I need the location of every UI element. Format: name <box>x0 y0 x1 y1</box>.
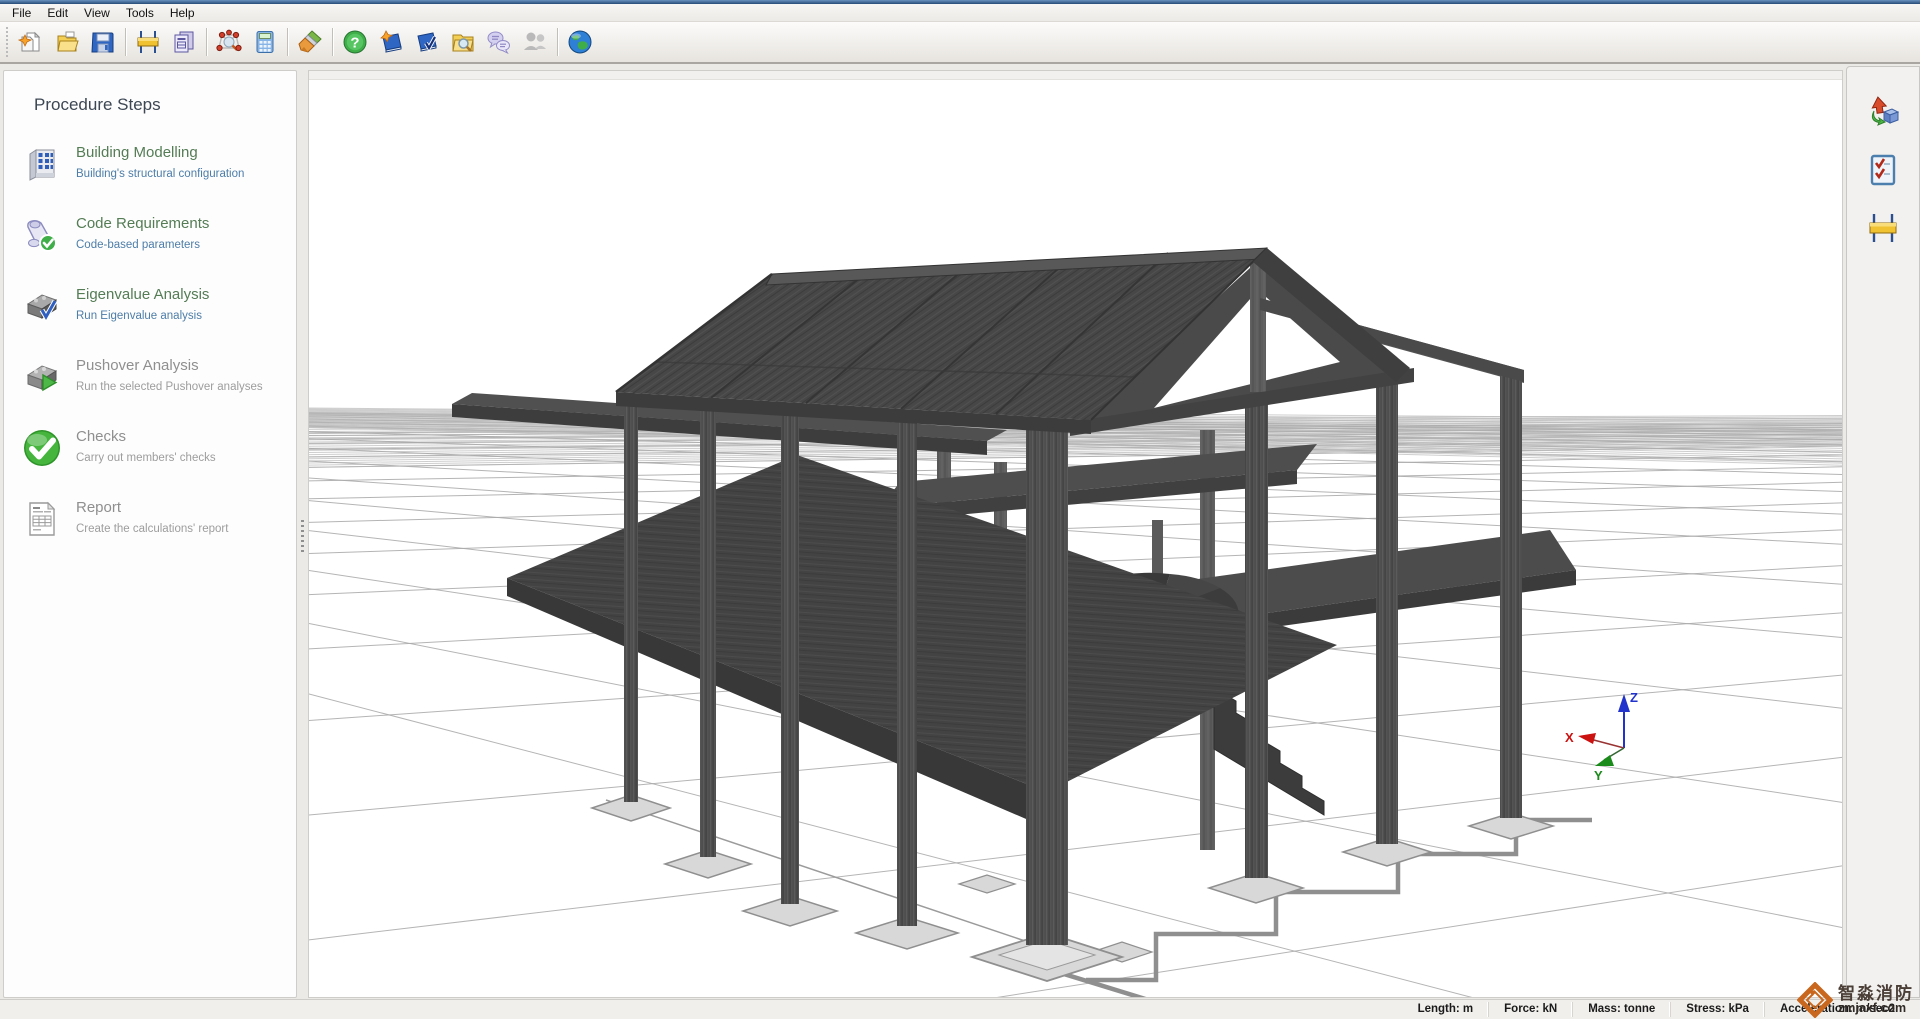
step-report[interactable]: Report Create the calculations' report <box>20 497 296 541</box>
checks-icon <box>20 426 64 470</box>
toolbar-separator <box>206 28 207 56</box>
axis-triad: Z X Y <box>1565 690 1638 783</box>
toolbar-grip[interactable] <box>5 27 10 57</box>
step-title: Building Modelling <box>76 144 244 161</box>
toolbar-separator <box>287 28 288 56</box>
step-subtitle: Building's structural configuration <box>76 168 244 180</box>
model-3d-button[interactable] <box>211 24 247 60</box>
save-project-button[interactable] <box>85 24 121 60</box>
axis-x-label: X <box>1565 730 1574 745</box>
open-project-button[interactable] <box>49 24 85 60</box>
step-subtitle: Run Eigenvalue analysis <box>76 310 209 322</box>
print-report-button[interactable] <box>166 24 202 60</box>
model-update-icon <box>1866 95 1900 129</box>
forum-bubbles-icon <box>486 29 512 55</box>
print-report-icon <box>171 29 197 55</box>
toolbar-separator <box>557 28 558 56</box>
status-acceleration: Acceleration: m/sec2 <box>1764 1002 1910 1017</box>
model-viewport[interactable]: Z X Y <box>308 70 1843 998</box>
users-disabled-icon <box>521 29 549 55</box>
frame-section-button[interactable] <box>1864 209 1902 247</box>
axis-y-label: Y <box>1594 768 1603 783</box>
svg-text:?: ? <box>350 35 359 52</box>
help-icon: ? <box>342 29 368 55</box>
procedure-steps-panel: Procedure Steps Building Modelling Build… <box>3 70 297 998</box>
toolbar-separator <box>125 28 126 56</box>
model-3d-view[interactable]: Z X Y <box>309 71 1842 997</box>
code-scroll-icon <box>20 213 64 257</box>
main-area: Procedure Steps Building Modelling Build… <box>0 64 1920 1000</box>
menu-tools[interactable]: Tools <box>118 5 162 21</box>
step-subtitle: Code-based parameters <box>76 239 209 251</box>
step-subtitle: Carry out members' checks <box>76 452 216 464</box>
display-options-button[interactable] <box>292 24 328 60</box>
model-update-button[interactable] <box>1864 93 1902 131</box>
verification-button[interactable] <box>409 24 445 60</box>
toolbar-separator <box>332 28 333 56</box>
step-title: Report <box>76 499 228 516</box>
globe-icon <box>567 29 593 55</box>
step-title: Eigenvalue Analysis <box>76 286 209 303</box>
building-icon <box>20 142 64 186</box>
right-tool-panel <box>1846 66 1920 998</box>
panel-splitter[interactable] <box>297 64 308 1000</box>
status-mass: Mass: tonne <box>1572 1002 1670 1017</box>
checklist-icon <box>1866 153 1900 187</box>
axis-z-label: Z <box>1630 690 1638 705</box>
model-3d-icon <box>216 29 242 55</box>
calculator-button[interactable] <box>247 24 283 60</box>
step-pushover-analysis[interactable]: Pushover Analysis Run the selected Pusho… <box>20 355 296 399</box>
new-project-icon <box>18 29 44 55</box>
tutorial-button[interactable] <box>373 24 409 60</box>
building-modeller-icon <box>135 29 161 55</box>
step-code-requirements[interactable]: Code Requirements Code-based parameters <box>20 213 296 257</box>
step-eigenvalue-analysis[interactable]: Eigenvalue Analysis Run Eigenvalue analy… <box>20 284 296 328</box>
status-length: Length: m <box>1403 1002 1489 1017</box>
building-modeller-button[interactable] <box>130 24 166 60</box>
step-building-modelling[interactable]: Building Modelling Building's structural… <box>20 142 296 186</box>
step-subtitle: Run the selected Pushover analyses <box>76 381 263 393</box>
folder-search-icon <box>450 29 476 55</box>
status-force: Force: kN <box>1488 1002 1572 1017</box>
building-model: Z X Y <box>452 248 1638 997</box>
save-project-icon <box>90 29 116 55</box>
book-star-icon <box>378 29 404 55</box>
open-project-icon <box>54 29 80 55</box>
frame-section-icon <box>1866 211 1900 245</box>
step-title: Code Requirements <box>76 215 209 232</box>
step-subtitle: Create the calculations' report <box>76 523 228 535</box>
menu-help[interactable]: Help <box>162 5 203 21</box>
splitter-handle[interactable] <box>301 520 304 554</box>
checklist-button[interactable] <box>1864 151 1902 189</box>
book-check-icon <box>414 29 440 55</box>
pushover-engine-icon <box>20 355 64 399</box>
example-search-button[interactable] <box>445 24 481 60</box>
report-icon <box>20 497 64 541</box>
eigenvalue-engine-icon <box>20 284 64 328</box>
menu-bar: File Edit View Tools Help <box>0 4 1920 22</box>
paintbrush-icon <box>297 29 323 55</box>
main-toolbar: ? <box>0 22 1920 64</box>
step-checks[interactable]: Checks Carry out members' checks <box>20 426 296 470</box>
panel-title: Procedure Steps <box>34 95 296 115</box>
step-title: Pushover Analysis <box>76 357 263 374</box>
calculator-icon <box>252 29 278 55</box>
step-title: Checks <box>76 428 216 445</box>
new-project-button[interactable] <box>13 24 49 60</box>
users-button[interactable] <box>517 24 553 60</box>
forum-button[interactable] <box>481 24 517 60</box>
status-stress: Stress: kPa <box>1670 1002 1764 1017</box>
menu-view[interactable]: View <box>76 5 118 21</box>
website-button[interactable] <box>562 24 598 60</box>
status-bar: Length: m Force: kN Mass: tonne Stress: … <box>0 999 1920 1019</box>
help-button[interactable]: ? <box>337 24 373 60</box>
menu-edit[interactable]: Edit <box>39 5 76 21</box>
menu-file[interactable]: File <box>4 5 39 21</box>
